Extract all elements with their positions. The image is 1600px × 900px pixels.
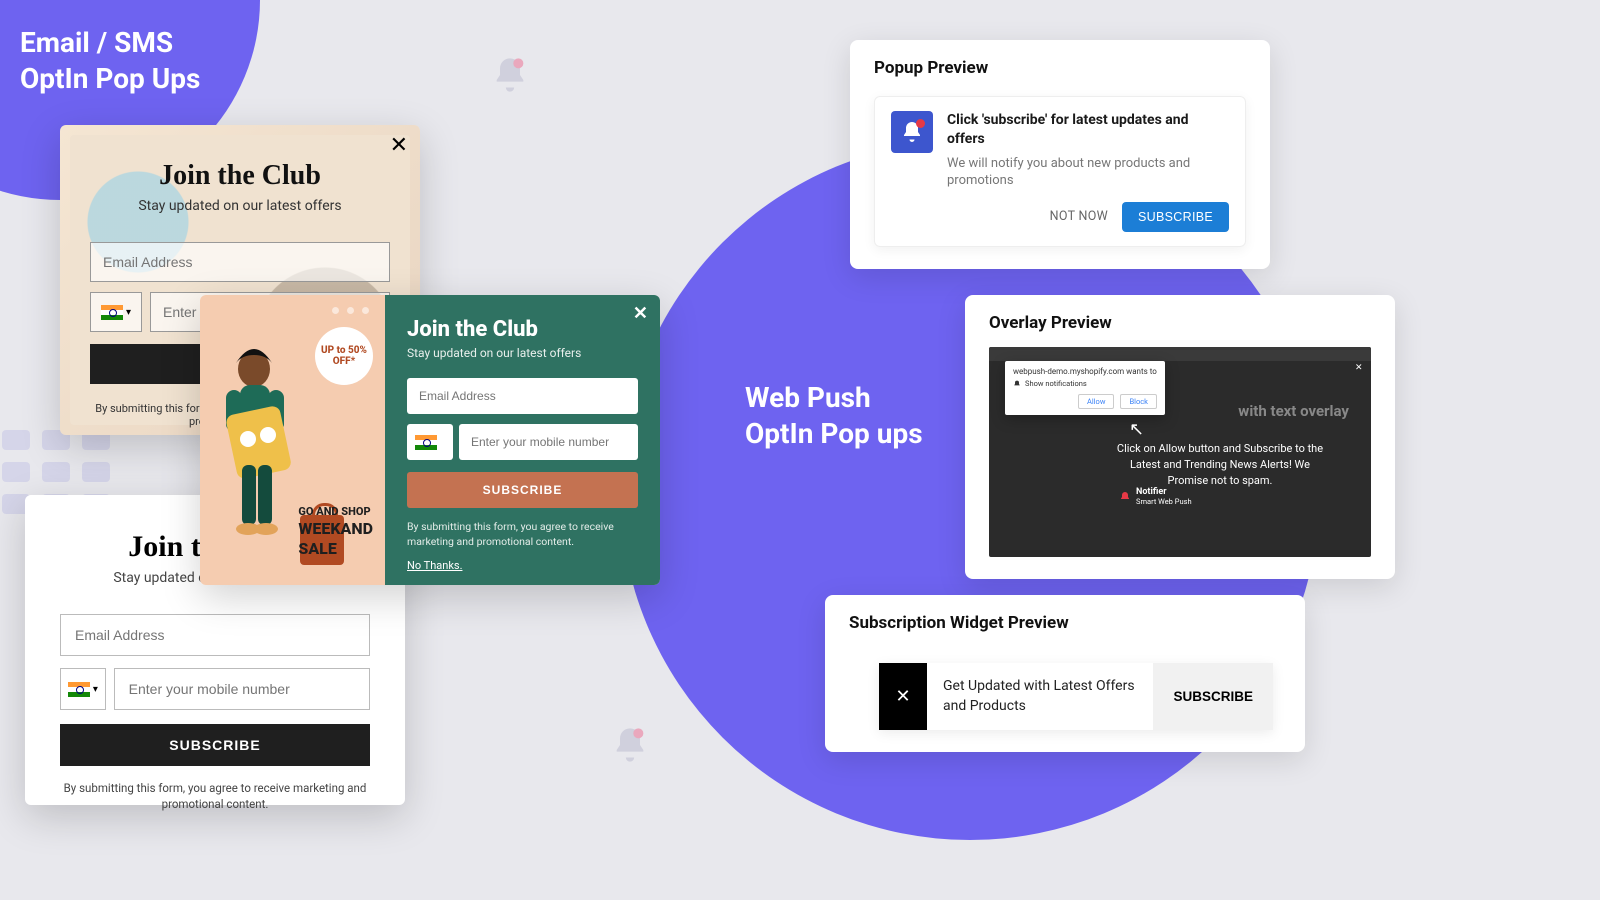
heading-right-line1: Web Push (745, 381, 871, 414)
browser-tab-bar (989, 347, 1371, 361)
no-thanks-link[interactable]: No Thanks. (407, 559, 462, 572)
overlay-brand: Notifier Smart Web Push (1119, 487, 1192, 506)
optin-popup-variant-2: UP to 50% OFF* GO AND SHOP WEEKAND SALE … (200, 295, 660, 585)
popup2-form-panel: ✕ Join the Club Stay updated on our late… (385, 295, 660, 585)
section-heading-right: Web Push OptIn Pop ups (745, 380, 923, 453)
bell-icon (1119, 491, 1131, 503)
bell-icon (1013, 380, 1021, 388)
popup2-promo-panel: UP to 50% OFF* GO AND SHOP WEEKAND SALE (200, 295, 385, 585)
heading-right-line2: OptIn Pop ups (745, 417, 923, 450)
allow-button[interactable]: Allow (1078, 394, 1114, 409)
bell-icon (490, 55, 530, 99)
promo-text: GO AND SHOP WEEKAND SALE (298, 505, 373, 559)
overlay-message: Click on Allow button and Subscribe to t… (1109, 441, 1331, 489)
india-flag-icon (415, 435, 437, 450)
popup3-disclaimer: By submitting this form, you agree to re… (60, 780, 370, 812)
block-button[interactable]: Block (1120, 394, 1157, 409)
popup2-disclaimer: By submitting this form, you agree to re… (407, 520, 638, 549)
subscribe-button[interactable]: SUBSCRIBE (1122, 202, 1229, 232)
section-heading-left: Email / SMS OptIn Pop Ups (20, 25, 200, 98)
country-selector[interactable]: ▾ (407, 424, 453, 460)
notification-bell-icon (891, 111, 933, 153)
chevron-down-icon: ▾ (126, 307, 131, 318)
subscribe-button[interactable]: SUBSCRIBE (60, 724, 370, 766)
heading-left-line1: Email / SMS (20, 26, 173, 59)
popup2-subtitle: Stay updated on our latest offers (407, 346, 638, 360)
not-now-button[interactable]: NOT NOW (1050, 209, 1108, 224)
email-input[interactable] (90, 242, 390, 282)
popup1-subtitle: Stay updated on our latest offers (90, 198, 390, 214)
close-icon[interactable]: ✕ (633, 303, 648, 324)
phone-input[interactable] (114, 668, 370, 710)
chevron-down-icon: ▾ (93, 684, 98, 695)
promo-small-text: GO AND SHOP (298, 505, 373, 519)
popup2-title: Join the Club (407, 317, 638, 342)
overlay-preview-heading: Overlay Preview (989, 313, 1371, 333)
india-flag-icon (101, 305, 123, 320)
pointer-arrow-icon: ↖ (1129, 419, 1144, 440)
email-input[interactable] (407, 378, 638, 414)
popup-preview-heading: Popup Preview (874, 58, 1246, 78)
close-icon[interactable]: ✕ (1355, 363, 1365, 373)
promo-big-line2: SALE (298, 539, 373, 559)
bell-icon (610, 725, 650, 769)
close-icon[interactable]: ✕ (879, 663, 927, 730)
brand-sub: Smart Web Push (1136, 497, 1192, 506)
subscription-widget-panel: Subscription Widget Preview ✕ Get Update… (825, 595, 1305, 752)
email-input[interactable] (60, 614, 370, 656)
popup1-title: Join the Club (90, 160, 390, 192)
country-selector[interactable]: ▾ (60, 668, 106, 710)
carousel-dots (332, 307, 369, 314)
phone-input[interactable] (459, 424, 638, 460)
india-flag-icon (68, 682, 90, 697)
overlay-faded-text: with text overlay (1238, 402, 1349, 420)
popup-preview-title: Click 'subscribe' for latest updates and… (947, 111, 1229, 149)
subscribe-button[interactable]: SUBSCRIBE (407, 472, 638, 508)
popup-preview-desc: We will notify you about new products an… (947, 155, 1229, 190)
popup-preview-card: Click 'subscribe' for latest updates and… (874, 96, 1246, 247)
popup-preview-panel: Popup Preview Click 'subscribe' for late… (850, 40, 1270, 269)
permission-text: Show notifications (1025, 379, 1087, 388)
permission-site: webpush-demo.myshopify.com wants to (1013, 367, 1157, 376)
heading-left-line2: OptIn Pop Ups (20, 62, 200, 95)
overlay-preview-panel: Overlay Preview ✕ webpush-demo.myshopify… (965, 295, 1395, 579)
country-selector[interactable]: ▾ (90, 292, 142, 332)
promo-big-line1: WEEKAND (298, 519, 373, 539)
notification-badge-icon (916, 119, 925, 128)
brand-name: Notifier (1136, 487, 1192, 497)
widget-text: Get Updated with Latest Offers and Produ… (927, 663, 1153, 730)
overlay-browser-stage: ✕ webpush-demo.myshopify.com wants to Sh… (989, 347, 1371, 557)
widget-preview-heading: Subscription Widget Preview (849, 613, 1281, 633)
subscribe-button[interactable]: SUBSCRIBE (1153, 663, 1273, 730)
chevron-down-icon: ▾ (440, 437, 445, 448)
subscription-widget: ✕ Get Updated with Latest Offers and Pro… (879, 663, 1273, 730)
native-permission-prompt: webpush-demo.myshopify.com wants to Show… (1005, 361, 1165, 415)
